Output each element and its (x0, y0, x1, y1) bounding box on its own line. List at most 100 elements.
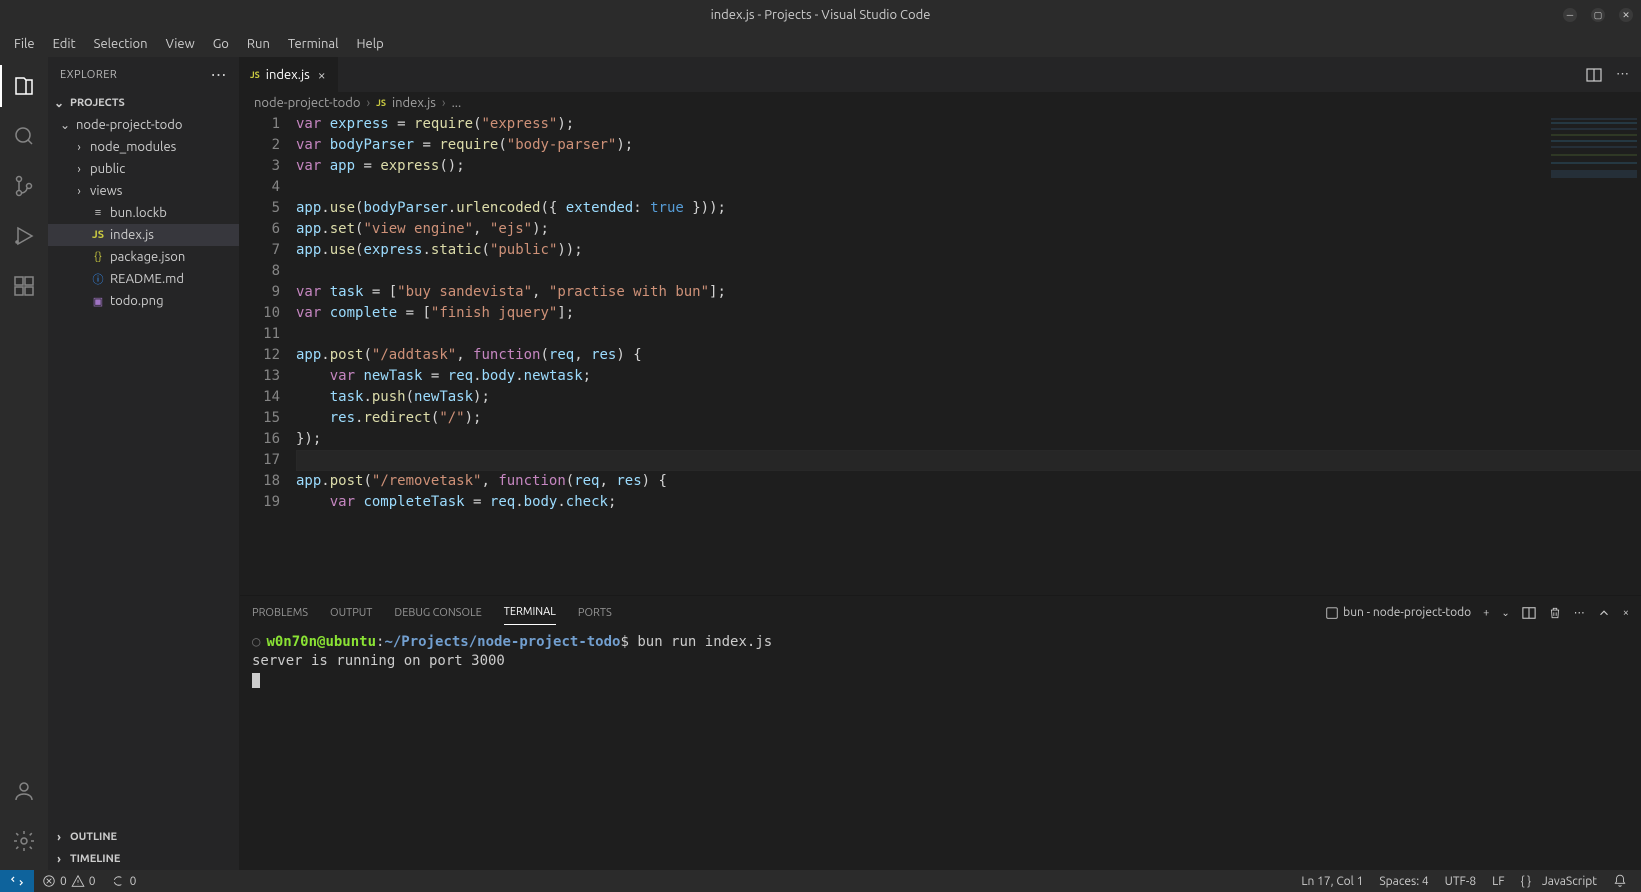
chevron-right-icon: › (52, 853, 66, 866)
split-terminal-icon[interactable] (1522, 606, 1536, 620)
tab-close-icon[interactable]: × (316, 67, 328, 83)
code-line-19[interactable]: var completeTask = req.body.check; (296, 492, 1641, 513)
code-line-1[interactable]: var express = require("express"); (296, 114, 1641, 135)
status-bar: 0 0 0 Ln 17, Col 1 Spaces: 4 UTF-8 LF { … (0, 870, 1641, 892)
outline-header[interactable]: › OUTLINE (48, 826, 239, 848)
status-errors[interactable]: 0 0 (34, 870, 104, 892)
tab-index-js[interactable]: JS index.js × (240, 57, 339, 92)
minimap[interactable] (1551, 118, 1637, 208)
menu-run[interactable]: Run (239, 33, 278, 55)
terminal-dropdown-icon[interactable]: ⌄ (1501, 607, 1509, 619)
code-line-8[interactable] (296, 261, 1641, 282)
line-gutter: 12345678910111213141516171819 (240, 114, 296, 595)
explorer-more-icon[interactable]: ⋯ (211, 65, 228, 84)
terminal-shell-label[interactable]: bun - node-project-todo (1325, 606, 1471, 620)
tree-item-package-json[interactable]: {}package.json (48, 246, 239, 268)
breadcrumb-folder[interactable]: node-project-todo (254, 96, 361, 110)
code-line-11[interactable] (296, 324, 1641, 345)
search-icon[interactable] (0, 115, 48, 157)
timeline-label: TIMELINE (70, 853, 120, 865)
code-line-9[interactable]: var task = ["buy sandevista", "practise … (296, 282, 1641, 303)
code-line-2[interactable]: var bodyParser = require("body-parser"); (296, 135, 1641, 156)
kill-terminal-icon[interactable] (1548, 606, 1562, 620)
code-content[interactable]: var express = require("express");var bod… (296, 114, 1641, 595)
menu-go[interactable]: Go (205, 33, 237, 55)
panel-more-icon[interactable]: ⋯ (1574, 606, 1585, 619)
panel-tab-debug[interactable]: DEBUG CONSOLE (394, 601, 481, 625)
tree-item-bun-lockb[interactable]: ≡bun.lockb (48, 202, 239, 224)
status-eol[interactable]: LF (1484, 870, 1512, 892)
code-line-10[interactable]: var complete = ["finish jquery"]; (296, 303, 1641, 324)
code-line-14[interactable]: task.push(newTask); (296, 387, 1641, 408)
tree-item-node_modules[interactable]: ›node_modules (48, 136, 239, 158)
status-language[interactable]: { } JavaScript (1513, 870, 1605, 892)
extensions-icon[interactable] (0, 265, 48, 307)
status-port-forward[interactable]: 0 (104, 870, 145, 892)
explorer-icon[interactable] (0, 65, 48, 107)
breadcrumbs[interactable]: node-project-todo › JS index.js › ... (240, 92, 1641, 114)
run-debug-icon[interactable] (0, 215, 48, 257)
new-terminal-icon[interactable]: + (1483, 607, 1489, 619)
code-line-6[interactable]: app.set("view engine", "ejs"); (296, 219, 1641, 240)
menu-terminal[interactable]: Terminal (280, 33, 347, 55)
menu-edit[interactable]: Edit (45, 33, 84, 55)
minimize-button[interactable]: ─ (1563, 8, 1577, 22)
bottom-panel: PROBLEMS OUTPUT DEBUG CONSOLE TERMINAL P… (240, 595, 1641, 870)
code-line-17[interactable] (296, 450, 1641, 471)
tree-item-index-js[interactable]: JSindex.js (48, 224, 239, 246)
code-line-16[interactable]: }); (296, 429, 1641, 450)
code-line-4[interactable] (296, 177, 1641, 198)
code-line-5[interactable]: app.use(bodyParser.urlencoded({ extended… (296, 198, 1641, 219)
close-button[interactable]: ✕ (1619, 8, 1633, 22)
code-line-7[interactable]: app.use(express.static("public")); (296, 240, 1641, 261)
code-line-18[interactable]: app.post("/removetask", function(req, re… (296, 471, 1641, 492)
status-indent[interactable]: Spaces: 4 (1371, 870, 1436, 892)
panel-maximize-icon[interactable] (1597, 606, 1611, 620)
chevron-right-icon: › (442, 96, 446, 110)
editor[interactable]: 12345678910111213141516171819 var expres… (240, 114, 1641, 595)
chevron-right-icon: › (367, 96, 371, 110)
menu-file[interactable]: File (6, 33, 43, 55)
code-line-15[interactable]: res.redirect("/"); (296, 408, 1641, 429)
tree-item-public[interactable]: ›public (48, 158, 239, 180)
panel-close-icon[interactable]: × (1623, 607, 1629, 619)
explorer-title: EXPLORER (60, 69, 117, 81)
tree-item-README-md[interactable]: ⓘREADME.md (48, 268, 239, 290)
maximize-button[interactable]: ▢ (1591, 8, 1605, 22)
menubar: FileEditSelectionViewGoRunTerminalHelp (0, 30, 1641, 57)
remote-button[interactable] (0, 870, 34, 892)
file-tree: ⌄node-project-todo›node_modules›public›v… (48, 114, 239, 826)
tree-item-views[interactable]: ›views (48, 180, 239, 202)
tab-label: index.js (266, 68, 310, 82)
editor-more-icon[interactable]: ⋯ (1616, 67, 1629, 82)
panel-tab-ports[interactable]: PORTS (578, 601, 612, 625)
breadcrumb-file[interactable]: index.js (392, 96, 436, 110)
menu-help[interactable]: Help (348, 33, 391, 55)
chevron-down-icon: ⌄ (52, 96, 66, 110)
source-control-icon[interactable] (0, 165, 48, 207)
terminal-body[interactable]: ○w0n70n@ubuntu:~/Projects/node-project-t… (240, 629, 1641, 870)
settings-icon[interactable] (0, 820, 48, 862)
js-icon: JS (376, 98, 386, 108)
breadcrumb-symbol[interactable]: ... (452, 96, 462, 110)
status-notifications-icon[interactable] (1605, 870, 1635, 892)
menu-selection[interactable]: Selection (86, 33, 156, 55)
status-encoding[interactable]: UTF-8 (1437, 870, 1484, 892)
timeline-header[interactable]: › TIMELINE (48, 848, 239, 870)
panel-tab-problems[interactable]: PROBLEMS (252, 601, 308, 625)
projects-header[interactable]: ⌄ PROJECTS (48, 92, 239, 114)
code-line-3[interactable]: var app = express(); (296, 156, 1641, 177)
outline-label: OUTLINE (70, 831, 117, 843)
menu-view[interactable]: View (158, 33, 203, 55)
account-icon[interactable] (0, 770, 48, 812)
code-line-13[interactable]: var newTask = req.body.newtask; (296, 366, 1641, 387)
sidebar: EXPLORER ⋯ ⌄ PROJECTS ⌄node-project-todo… (48, 57, 240, 870)
code-line-12[interactable]: app.post("/addtask", function(req, res) … (296, 345, 1641, 366)
tree-root[interactable]: ⌄node-project-todo (48, 114, 239, 136)
titlebar: index.js - Projects - Visual Studio Code… (0, 0, 1641, 30)
split-editor-icon[interactable] (1586, 67, 1602, 83)
panel-tab-terminal[interactable]: TERMINAL (504, 600, 556, 625)
panel-tab-output[interactable]: OUTPUT (330, 601, 372, 625)
tree-item-todo-png[interactable]: ▣todo.png (48, 290, 239, 312)
status-cursor-pos[interactable]: Ln 17, Col 1 (1293, 870, 1371, 892)
